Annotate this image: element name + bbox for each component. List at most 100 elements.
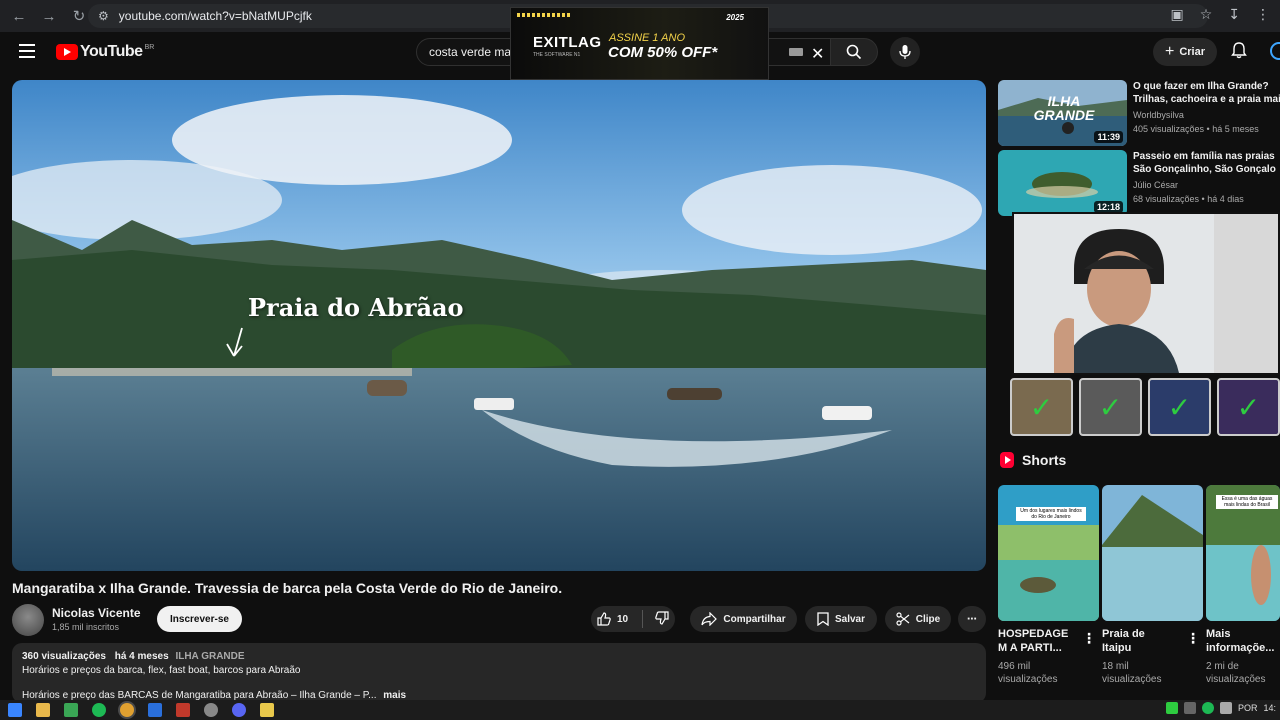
- bookmark-icon: [817, 612, 829, 626]
- recommended-stats: 405 visualizações • há 5 meses: [1133, 124, 1259, 134]
- check-badge-icon: ✓: [1217, 378, 1280, 436]
- obs-icon[interactable]: [204, 703, 218, 717]
- recommended-title-line1: Passeio em família nas praias: [1133, 151, 1275, 162]
- cast-icon[interactable]: ▣: [1170, 6, 1183, 23]
- short-thumbnail[interactable]: [1102, 485, 1203, 621]
- short-title-line1: HOSPEDAGE: [998, 628, 1069, 640]
- notifications-bell-icon[interactable]: [1231, 42, 1247, 63]
- video-duration: 11:39: [1094, 131, 1123, 143]
- video-title: Mangaratiba x Ilha Grande. Travessia de …: [12, 580, 563, 596]
- like-button[interactable]: 10: [597, 612, 628, 626]
- tray-icon[interactable]: [1183, 702, 1196, 714]
- like-dislike-group: 10: [591, 606, 675, 632]
- channel-name[interactable]: Nicolas Vicente: [52, 606, 141, 620]
- save-label: Salvar: [834, 613, 866, 625]
- check-badge-icon: ✓: [1079, 378, 1142, 436]
- short-menu-icon[interactable]: ⋮: [1186, 630, 1200, 647]
- recommended-channel[interactable]: Júlio César: [1133, 180, 1178, 190]
- hashtag[interactable]: ILHA GRANDE: [175, 651, 244, 662]
- short-menu-icon[interactable]: ⋮: [1082, 630, 1096, 647]
- upload-age: há 4 meses: [114, 651, 169, 662]
- app-icon[interactable]: [148, 703, 162, 717]
- volume-icon[interactable]: [1219, 702, 1232, 714]
- address-url[interactable]: youtube.com/watch?v=bNatMUPcjfk: [119, 9, 312, 23]
- create-button[interactable]: + Criar: [1153, 38, 1217, 66]
- thumbs-down-icon: [655, 610, 669, 625]
- thumbnail-text: ILHA GRANDE: [1033, 93, 1095, 123]
- short-thumb-text: Essa é uma das águas mais lindas do Bras…: [1216, 495, 1278, 509]
- voice-search-button[interactable]: [890, 37, 920, 67]
- search-button[interactable]: [830, 38, 878, 66]
- short-views: 2 mi de visualizações: [1206, 660, 1280, 686]
- chrome-icon[interactable]: [120, 703, 134, 717]
- short-views-line2: visualizações: [1206, 674, 1266, 685]
- start-icon[interactable]: [8, 703, 22, 717]
- recommended-video[interactable]: 12:18 Passeio em família nas praias São …: [998, 150, 1280, 216]
- short-thumb-text: Um dos lugares mais lindos do Rio de Jan…: [1016, 507, 1086, 521]
- file-explorer-icon[interactable]: [36, 703, 50, 717]
- clip-button[interactable]: Clipe: [885, 606, 951, 632]
- app-icon[interactable]: [176, 703, 190, 717]
- share-button[interactable]: Compartilhar: [690, 606, 797, 632]
- video-frame: [12, 80, 986, 571]
- app-icon[interactable]: [64, 703, 78, 717]
- keyboard-icon[interactable]: [789, 48, 803, 56]
- video-thumbnail[interactable]: ILHA GRANDE 11:39: [998, 80, 1127, 146]
- like-divider: [642, 610, 644, 628]
- kebab-menu-icon[interactable]: ⋮: [1256, 6, 1270, 23]
- description-meta: 360 visualizações há 4 meses ILHA GRANDE: [22, 651, 976, 662]
- video-overlay-label: Praia do Abrãao: [248, 293, 464, 322]
- youtube-logo[interactable]: YouTube BR: [56, 43, 154, 61]
- recommended-title: O que fazer em Ilha Grande? Trilhas, cac…: [1133, 80, 1280, 106]
- recommended-title-line2: Trilhas, cachoeira e a praia mai: [1133, 94, 1280, 105]
- share-icon: [701, 612, 718, 626]
- clear-search-icon[interactable]: ✕: [811, 44, 824, 64]
- recommended-channel[interactable]: Worldbysilva: [1133, 110, 1184, 120]
- dislike-button[interactable]: [655, 610, 669, 628]
- recommended-title: Passeio em família nas praias São Gonçal…: [1133, 150, 1280, 176]
- short-title-line1: Praia de: [1102, 628, 1145, 640]
- subscribe-button[interactable]: Inscrever-se: [157, 606, 242, 632]
- os-taskbar: POR 14:: [0, 700, 1280, 720]
- short-image: [1102, 485, 1203, 621]
- back-icon[interactable]: ←: [8, 5, 30, 27]
- webcam-overlay: [1012, 212, 1280, 375]
- short-thumbnail[interactable]: Um dos lugares mais lindos do Rio de Jan…: [998, 485, 1099, 621]
- youtube-play-icon: [56, 44, 78, 60]
- short-views-line1: 18 mil: [1102, 661, 1129, 672]
- account-avatar[interactable]: [1270, 42, 1280, 60]
- channel-avatar[interactable]: [12, 604, 44, 636]
- recommended-video[interactable]: ILHA GRANDE 11:39 O que fazer em Ilha Gr…: [998, 80, 1280, 146]
- clock[interactable]: 14:: [1263, 703, 1276, 713]
- ad-brand: EXITLAG: [533, 34, 602, 51]
- short-title[interactable]: HOSPEDAGE M A PARTI...: [998, 627, 1088, 655]
- spotify-icon[interactable]: [92, 703, 106, 717]
- hamburger-menu-icon[interactable]: [19, 44, 35, 58]
- search-query[interactable]: costa verde ma: [429, 45, 511, 59]
- language-indicator[interactable]: POR: [1238, 703, 1258, 713]
- forward-icon[interactable]: →: [38, 5, 60, 27]
- reload-icon[interactable]: ↻: [68, 5, 90, 27]
- tray-icon[interactable]: [1165, 702, 1178, 714]
- subscriber-count: 1,85 mil inscritos: [52, 622, 120, 632]
- short-title-line2: Itaipu: [1102, 642, 1132, 654]
- video-player[interactable]: Praia do Abrãao: [12, 80, 986, 571]
- save-button[interactable]: Salvar: [805, 606, 877, 632]
- short-thumbnail[interactable]: Essa é uma das águas mais lindas do Bras…: [1206, 485, 1280, 621]
- ad-banner[interactable]: EXITLAG THE SOFTWARE N1 ASSINE 1 ANO COM…: [510, 7, 769, 80]
- short-title-line1: Mais: [1206, 628, 1231, 640]
- short-views: 496 mil visualizações: [998, 660, 1088, 686]
- description-box[interactable]: 360 visualizações há 4 meses ILHA GRANDE…: [12, 643, 986, 703]
- discord-icon[interactable]: [232, 703, 246, 717]
- download-icon[interactable]: ↧: [1228, 6, 1240, 23]
- tray-icon[interactable]: [1201, 702, 1214, 714]
- share-label: Compartilhar: [723, 613, 786, 625]
- short-title[interactable]: Mais informaçõe...: [1206, 627, 1280, 655]
- site-info-icon[interactable]: ⚙: [98, 9, 109, 23]
- more-actions-button[interactable]: ⋯: [958, 606, 986, 632]
- create-label: Criar: [1179, 46, 1206, 58]
- short-title[interactable]: Praia de Itaipu: [1102, 627, 1192, 655]
- bookmark-star-icon[interactable]: ☆: [1200, 6, 1213, 23]
- folder-icon[interactable]: [260, 703, 274, 717]
- video-thumbnail[interactable]: 12:18: [998, 150, 1127, 216]
